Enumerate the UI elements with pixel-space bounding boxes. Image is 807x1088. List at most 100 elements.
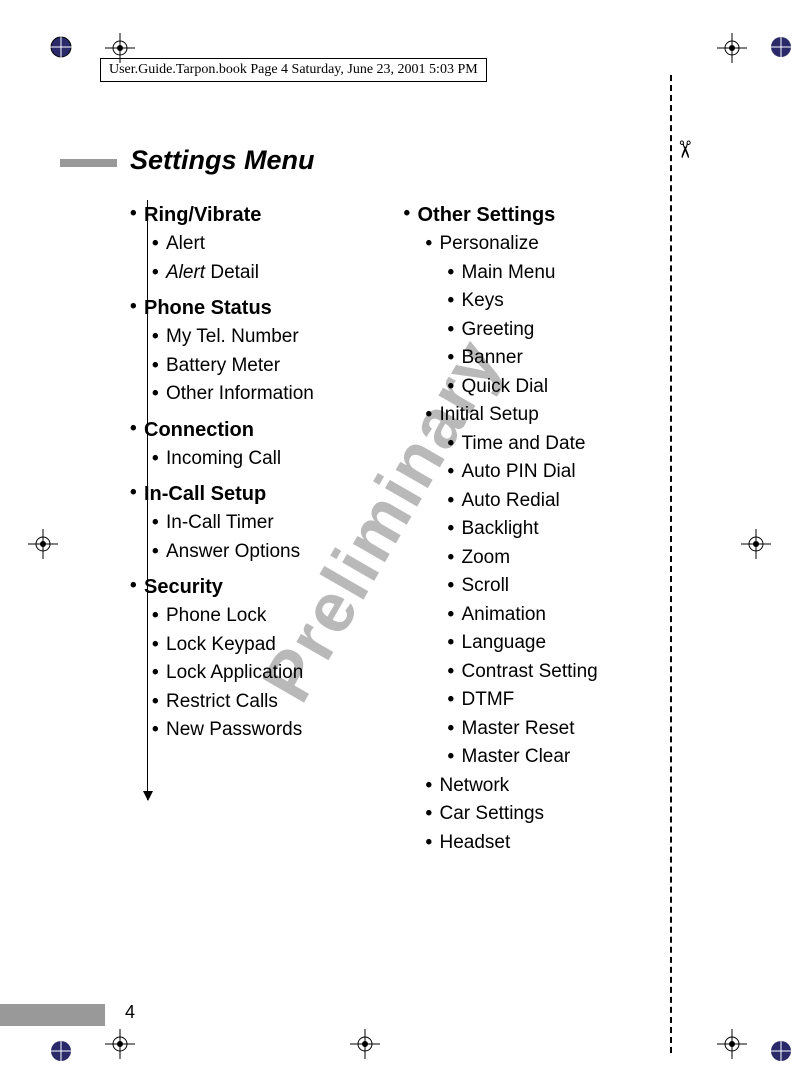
menu-item: •Incoming Call — [152, 445, 374, 474]
menu-item: •In-Call Setup — [130, 479, 374, 509]
menu-item-label: Master Clear — [462, 743, 571, 772]
menu-item: •Ring/Vibrate — [130, 200, 374, 230]
menu-item: •Other Settings — [404, 200, 648, 230]
bullet-icon: • — [448, 287, 462, 316]
bullet-icon: • — [448, 373, 462, 402]
bullet-icon: • — [448, 259, 462, 288]
page-number-bar — [0, 1004, 105, 1026]
bullet-icon: • — [152, 509, 166, 538]
bullet-icon: • — [152, 445, 166, 474]
menu-item: •Network — [426, 772, 648, 801]
frame-header: User.Guide.Tarpon.book Page 4 Saturday, … — [100, 58, 487, 82]
menu-item: •Initial Setup — [426, 401, 648, 430]
menu-item: •DTMF — [448, 686, 648, 715]
crop-mark-icon — [350, 1029, 380, 1059]
menu-item-label: Contrast Setting — [462, 658, 598, 687]
bullet-icon: • — [448, 629, 462, 658]
menu-item-label: DTMF — [462, 686, 515, 715]
scissors-icon: ✂ — [669, 139, 698, 159]
registration-mark-icon — [770, 1040, 792, 1062]
crop-mark-icon — [741, 529, 771, 559]
bullet-icon: • — [152, 380, 166, 409]
menu-item: •Time and Date — [448, 430, 648, 459]
bullet-icon: • — [152, 230, 166, 259]
cut-line — [670, 75, 672, 1053]
menu-item-label: Banner — [462, 344, 523, 373]
menu-item-label: Auto Redial — [462, 487, 560, 516]
menu-item: •Contrast Setting — [448, 658, 648, 687]
menu-item: •Headset — [426, 829, 648, 858]
bullet-icon: • — [152, 716, 166, 745]
menu-item-label: Language — [462, 629, 547, 658]
menu-item-label: Initial Setup — [440, 401, 539, 430]
menu-item: •Lock Keypad — [152, 631, 374, 660]
bullet-icon: • — [404, 200, 418, 229]
bullet-icon: • — [130, 415, 144, 444]
menu-item-label: Time and Date — [462, 430, 586, 459]
crop-mark-icon — [717, 1029, 747, 1059]
menu-item-label: Ring/Vibrate — [144, 200, 261, 230]
menu-item-label: Incoming Call — [166, 445, 281, 474]
bullet-icon: • — [448, 658, 462, 687]
menu-item: •Alert — [152, 230, 374, 259]
menu-item: •Master Reset — [448, 715, 648, 744]
bullet-icon: • — [152, 688, 166, 717]
bullet-icon: • — [448, 686, 462, 715]
menu-item-label: Alert — [166, 230, 205, 259]
menu-item: •Phone Status — [130, 293, 374, 323]
bullet-icon: • — [152, 323, 166, 352]
bullet-icon: • — [152, 538, 166, 567]
menu-item: •Banner — [448, 344, 648, 373]
menu-item-label: Lock Application — [166, 659, 303, 688]
page-number: 4 — [125, 1002, 135, 1023]
menu-item-label: Personalize — [440, 230, 539, 259]
menu-item: •Car Settings — [426, 800, 648, 829]
bullet-icon: • — [426, 772, 440, 801]
menu-item-label: Car Settings — [440, 800, 545, 829]
crop-mark-icon — [105, 1029, 135, 1059]
menu-item-label: Scroll — [462, 572, 510, 601]
crop-mark-icon — [717, 33, 747, 63]
registration-mark-icon — [50, 36, 72, 58]
bullet-icon: • — [448, 458, 462, 487]
menu-item-label: Animation — [462, 601, 547, 630]
menu-item-label: Greeting — [462, 316, 535, 345]
menu-item: •Keys — [448, 287, 648, 316]
menu-item: •Main Menu — [448, 259, 648, 288]
bullet-icon: • — [448, 544, 462, 573]
menu-item: •Greeting — [448, 316, 648, 345]
page-title: Settings Menu — [130, 145, 647, 176]
bullet-icon: • — [130, 572, 144, 601]
menu-item-label: Alert Detail — [166, 259, 259, 288]
menu-item: •My Tel. Number — [152, 323, 374, 352]
menu-item: •Auto Redial — [448, 487, 648, 516]
registration-mark-icon — [50, 1040, 72, 1062]
menu-item-label: Quick Dial — [462, 373, 549, 402]
menu-item: •Phone Lock — [152, 602, 374, 631]
menu-item: •Alert Detail — [152, 259, 374, 288]
menu-item: •Master Clear — [448, 743, 648, 772]
menu-item-label: Restrict Calls — [166, 688, 278, 717]
menu-item-label: Master Reset — [462, 715, 575, 744]
menu-item: •Zoom — [448, 544, 648, 573]
bullet-icon: • — [448, 515, 462, 544]
menu-item-label: Phone Status — [144, 293, 272, 323]
menu-item-label: Security — [144, 572, 223, 602]
menu-item-label: Headset — [440, 829, 511, 858]
menu-item: •In-Call Timer — [152, 509, 374, 538]
bullet-icon: • — [130, 479, 144, 508]
bullet-icon: • — [448, 344, 462, 373]
menu-item: •Lock Application — [152, 659, 374, 688]
menu-item-label: New Passwords — [166, 716, 302, 745]
menu-item-label: Other Information — [166, 380, 314, 409]
menu-item-label: Connection — [144, 415, 254, 445]
menu-item-label: Main Menu — [462, 259, 556, 288]
menu-item-label: My Tel. Number — [166, 323, 299, 352]
crop-mark-icon — [28, 529, 58, 559]
menu-item-label: Zoom — [462, 544, 511, 573]
bullet-icon: • — [448, 715, 462, 744]
registration-mark-icon — [770, 36, 792, 58]
menu-item: •Backlight — [448, 515, 648, 544]
menu-item-label: Lock Keypad — [166, 631, 276, 660]
bullet-icon: • — [448, 743, 462, 772]
